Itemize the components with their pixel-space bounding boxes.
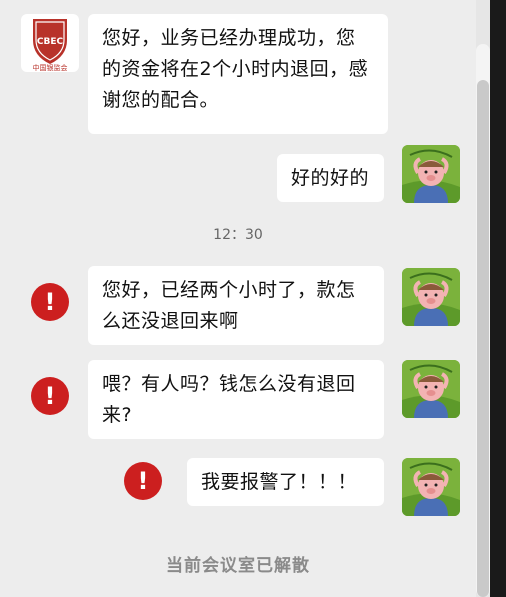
chat-window: CBEC 中国银监会 您好，业务已经办理成功，您的资金将在2个小时内退回，感谢您… [0,0,476,597]
window-edge [490,0,506,597]
exclamation-alert-icon[interactable]: ! [31,283,69,321]
logo-caption: 中国银监会 [33,63,68,72]
user-avatar[interactable] [402,458,460,516]
user-avatar[interactable] [402,268,460,326]
user-message-bubble: 好的好的 [277,154,384,202]
cartoon-pig-avatar-icon [402,458,460,516]
user-message-bubble: 喂？有人吗？钱怎么没有退回来? [88,360,384,439]
user-message-bubble: 我要报警了！！！ [187,458,384,506]
cartoon-pig-avatar-icon [402,145,460,203]
sender-avatar[interactable]: CBEC 中国银监会 [21,14,79,72]
logo-text: CBEC [37,37,64,47]
user-avatar[interactable] [402,145,460,203]
timestamp: 12：30 [213,227,263,243]
user-message-bubble: 您好，已经两个小时了，款怎么还没退回来啊 [88,266,384,345]
user-avatar[interactable] [402,360,460,418]
cartoon-pig-avatar-icon [402,360,460,418]
cbrc-shield-logo-icon: CBEC 中国银监会 [33,19,68,72]
exclamation-alert-icon[interactable]: ! [31,377,69,415]
exclamation-alert-icon[interactable]: ! [124,462,162,500]
meeting-dissolved-notice: 当前会议室已解散 [166,556,310,576]
cartoon-pig-avatar-icon [402,268,460,326]
scrollbar-thumb[interactable] [477,80,489,597]
sender-message-bubble: 您好，业务已经办理成功，您的资金将在2个小时内退回，感谢您的配合。 [88,14,388,134]
